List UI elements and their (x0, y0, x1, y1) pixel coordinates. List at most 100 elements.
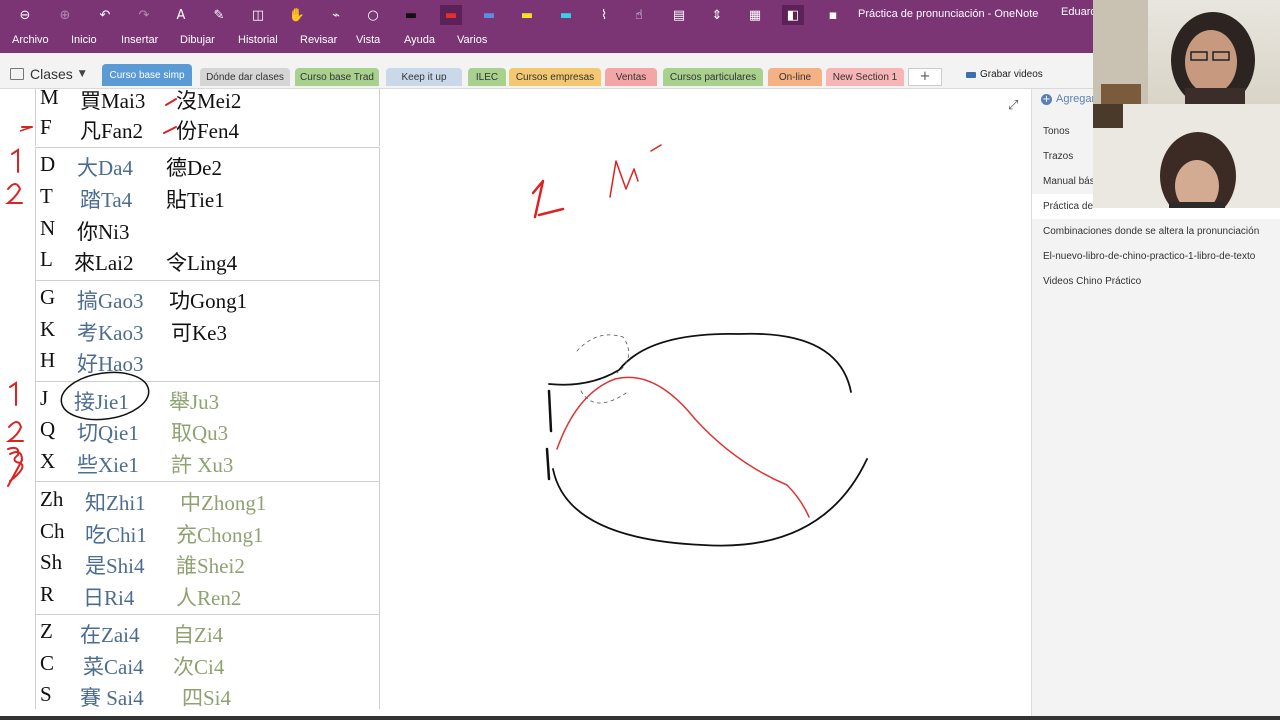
initial-cell: D (40, 152, 56, 176)
pen-blue-icon[interactable]: ▬ (478, 5, 500, 25)
back-icon[interactable]: ⊖ (14, 5, 36, 25)
example-word-2: 許 Xu3 (171, 453, 234, 477)
example-word-1: 在Zai4 (80, 623, 140, 647)
menu-inicio[interactable]: Inicio (71, 34, 97, 46)
example-word-2: 中Zhong1 (180, 491, 267, 515)
initial-cell: K (40, 317, 56, 341)
initial-cell: R (40, 582, 55, 606)
example-word-2: 功Gong1 (169, 289, 248, 313)
circled-jie1 (60, 371, 150, 421)
example-word-1: 買Mai3 (80, 89, 146, 113)
redo-icon[interactable]: ↷ (133, 5, 155, 25)
type-icon[interactable]: A (170, 5, 192, 25)
page-width-icon[interactable]: ▤ (668, 5, 690, 25)
menu-revisar[interactable]: Revisar (300, 34, 337, 46)
example-word-2: 舉Ju3 (169, 390, 220, 414)
example-word-1: 是Shi4 (85, 554, 145, 578)
tab-section[interactable]: On-line (768, 68, 822, 86)
add-page-button[interactable]: + Agregar (1041, 93, 1095, 105)
tab-section[interactable]: Keep it up (386, 68, 462, 86)
initial-cell: X (40, 449, 56, 473)
example-word-2: 充Chong1 (176, 523, 264, 547)
tab-section[interactable]: Dónde dar clases (200, 68, 290, 86)
add-section-button[interactable]: + (908, 68, 942, 86)
touch-draw-icon[interactable]: ☝ (628, 5, 650, 25)
tab-section[interactable]: Cursos particulares (663, 68, 763, 86)
drawing-canvas[interactable] (381, 89, 1031, 709)
undo-icon[interactable]: ↶ (94, 5, 116, 25)
initial-cell: H (40, 348, 56, 372)
tab-section[interactable]: Cursos empresas (509, 68, 601, 86)
example-word-1: 搞Gao3 (77, 289, 144, 313)
tab-section[interactable]: New Section 1 (826, 68, 904, 86)
initial-cell: Q (40, 417, 56, 441)
tab-section[interactable]: Curso base simp (102, 64, 192, 86)
forward-icon[interactable]: ⊕ (54, 5, 76, 25)
menu-varios[interactable]: Varios (457, 34, 487, 46)
menu-historial[interactable]: Historial (238, 34, 278, 46)
example-word-1: 日Ri4 (83, 586, 135, 610)
page-item-combinaciones[interactable]: Combinaciones donde se altera la pronunc… (1032, 219, 1280, 244)
title-bar: ⊖ ⊕ ↶ ↷ A ✎ ◫ ✋ ⌁ ○ ▬ ▬ ▬ ▬ ▬ ⌇ ☝ ▤ ⇕ ▦ ◧ ▪ Práctica de pronu… (0, 0, 1280, 53)
tab-section[interactable]: Curso base Trad (295, 68, 379, 86)
example-word-1: 考Kao3 (77, 321, 144, 345)
eraser-icon[interactable]: ◫ (247, 5, 269, 25)
lasso-select-icon[interactable]: ⌁ (325, 5, 347, 25)
expand-icon[interactable]: ⤢ (1008, 98, 1018, 113)
tab-section[interactable]: Ventas (605, 68, 657, 86)
initial-cell: F (40, 115, 52, 139)
tone-1-mark (11, 148, 19, 173)
example-word-2: 可Ke3 (171, 321, 227, 345)
fullscreen-icon[interactable]: ▦ (744, 5, 766, 25)
section-tab-row: Clases ▼ Curso base simp Dónde dar clases… (0, 53, 1280, 89)
video-participant-1 (1093, 0, 1280, 104)
example-word-1: 知Zhi1 (85, 491, 146, 515)
tab-section[interactable]: ILEC (468, 68, 506, 86)
menu-archivo[interactable]: Archivo (12, 34, 49, 46)
pen-red-icon[interactable]: ▬ (440, 5, 462, 25)
initial-cell: Zh (40, 487, 64, 511)
example-word-2: 誰Shei2 (176, 554, 245, 578)
lasso-icon[interactable]: ✎ (208, 5, 230, 25)
pan-icon[interactable]: ✋ (286, 5, 308, 25)
notebook-selector[interactable]: Clases ▼ (10, 66, 86, 82)
page-item-videos[interactable]: Videos Chino Práctico (1032, 269, 1280, 294)
pen-black-icon[interactable]: ▬ (400, 5, 422, 25)
camera-icon (966, 71, 976, 78)
insert-space-icon[interactable]: ⇕ (706, 5, 728, 25)
menu-dibujar[interactable]: Dibujar (180, 34, 215, 46)
initial-cell: N (40, 216, 56, 240)
ruler-icon[interactable]: ⌇ (593, 5, 615, 25)
add-page-label: Agregar (1056, 93, 1096, 105)
initial-cell: C (40, 651, 55, 675)
page-item-libro[interactable]: El-nuevo-libro-de-chino-practico-1-libro… (1032, 244, 1280, 269)
table-red-marks (163, 98, 177, 134)
menu-ayuda[interactable]: Ayuda (404, 34, 435, 46)
example-word-1: 些Xie1 (77, 453, 139, 477)
red-number-one (531, 179, 545, 219)
user-name[interactable]: Eduard (1061, 6, 1096, 18)
margin-annotations (5, 126, 33, 487)
example-word-2: 自Zi4 (173, 623, 224, 647)
highlighter-cyan-icon[interactable]: ▬ (555, 5, 577, 25)
notebook-icon (10, 68, 24, 80)
document-title: Práctica de pronunciación - OneNote (858, 8, 1039, 20)
notebook-label: Clases (30, 66, 73, 82)
upper-outline (548, 332, 852, 393)
example-word-1: 賽 Sai4 (80, 686, 144, 709)
record-video-button[interactable]: Grabar videos (966, 69, 1043, 80)
taskbar-edge (0, 716, 1280, 720)
dock-icon[interactable]: ◧ (782, 5, 804, 25)
menu-insertar[interactable]: Insertar (121, 34, 158, 46)
handwriting-sketch (531, 144, 868, 547)
shape-icon[interactable]: ○ (362, 5, 384, 25)
chevron-down-icon: ▼ (78, 69, 86, 79)
initial-cell: J (40, 386, 49, 410)
example-word-2: 次Ci4 (173, 655, 225, 679)
more-icon[interactable]: ▪ (822, 5, 844, 25)
highlighter-yellow-icon[interactable]: ▬ (516, 5, 538, 25)
example-word-2: 四Si4 (182, 686, 232, 709)
initial-cell: Z (40, 619, 53, 643)
menu-vista[interactable]: Vista (356, 34, 380, 46)
example-word-1: 踏Ta4 (80, 188, 133, 212)
